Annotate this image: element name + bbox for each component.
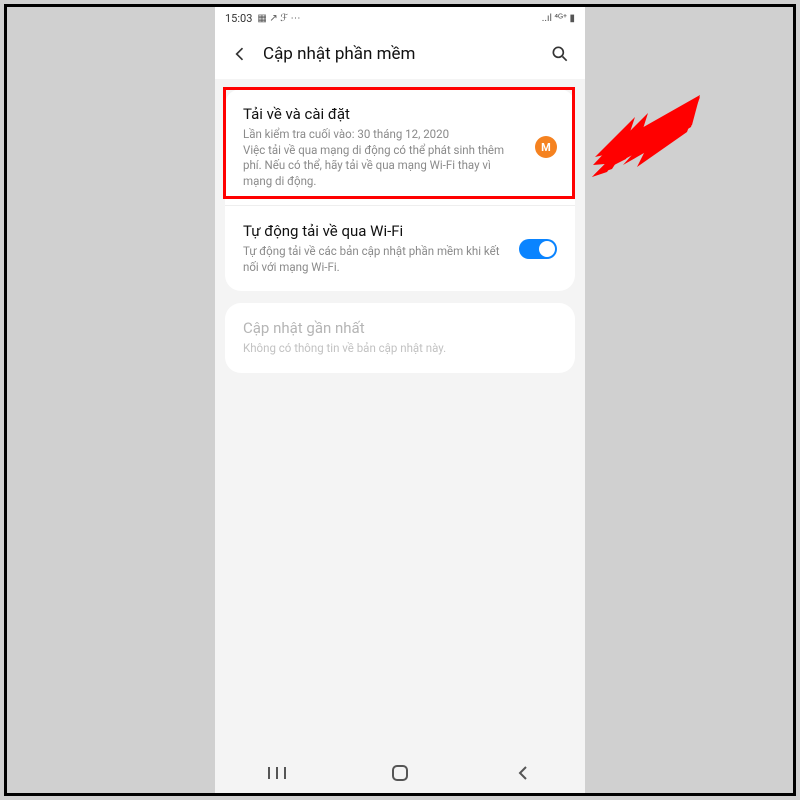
nav-back-button[interactable] (503, 758, 543, 788)
last-update-item[interactable]: Cập nhật gần nhất Không có thông tin về … (225, 303, 575, 373)
download-sub: Lần kiểm tra cuối vào: 30 tháng 12, 2020… (243, 127, 521, 189)
search-button[interactable] (549, 43, 571, 65)
app-bar: Cập nhật phần mềm (215, 29, 585, 79)
status-left-icons: ▦ ↗ ℱ ⋯ (257, 13, 300, 24)
download-title: Tải về và cài đặt (243, 105, 521, 123)
chevron-left-icon (230, 44, 250, 64)
home-icon (390, 763, 410, 783)
search-icon (550, 44, 570, 64)
auto-wifi-item[interactable]: Tự động tải về qua Wi-Fi Tự động tải về … (225, 205, 575, 291)
status-time: 15:03 (225, 12, 252, 25)
chevron-left-icon (513, 763, 533, 783)
phone-screen: 15:03 ▦ ↗ ℱ ⋯ ..ıl ⁴ᴳ⁺ ▮ Cập nhật phần m… (215, 7, 585, 793)
home-button[interactable] (380, 758, 420, 788)
auto-wifi-toggle[interactable] (519, 239, 557, 259)
recents-icon (267, 765, 287, 781)
last-update-sub: Không có thông tin về bản cập nhật này. (243, 341, 557, 357)
annotation-arrow-icon (592, 95, 702, 180)
last-update-title: Cập nhật gần nhất (243, 319, 557, 337)
status-right-icons: ..ıl ⁴ᴳ⁺ ▮ (542, 13, 575, 24)
update-badge-icon: M (535, 136, 557, 158)
download-install-item[interactable]: Tải về và cài đặt Lần kiểm tra cuối vào:… (225, 89, 575, 205)
back-button[interactable] (229, 43, 251, 65)
status-bar: 15:03 ▦ ↗ ℱ ⋯ ..ıl ⁴ᴳ⁺ ▮ (215, 7, 585, 29)
auto-wifi-sub: Tự động tải về các bản cập nhật phần mềm… (243, 244, 505, 275)
auto-wifi-title: Tự động tải về qua Wi-Fi (243, 222, 505, 240)
page-title: Cập nhật phần mềm (263, 44, 537, 64)
navigation-bar (215, 753, 585, 793)
recents-button[interactable] (257, 758, 297, 788)
